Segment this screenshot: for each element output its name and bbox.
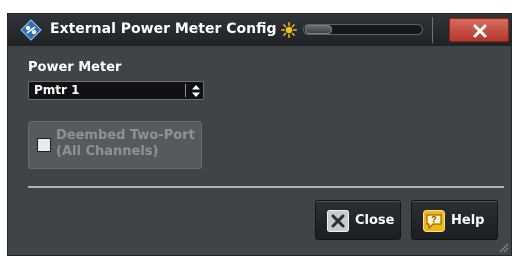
deembed-label: Deembed Two-Port (All Channels) [56,128,202,164]
up-down-arrows-icon [192,85,200,97]
power-meter-select[interactable]: Pmtr 1 [28,81,204,100]
close-icon [327,210,349,232]
close-button[interactable]: Close [315,200,401,240]
close-x-icon [473,24,487,38]
app-logo-icon [20,19,42,41]
svg-text:?: ? [431,215,437,225]
power-meter-label: Power Meter [28,60,122,75]
deembed-label-line2: (All Channels) [56,144,159,159]
deembed-checkbox[interactable] [37,138,51,152]
help-button-label: Help [451,213,485,228]
close-button-label: Close [355,213,395,228]
window-close-button[interactable] [449,18,509,42]
resize-grip-icon[interactable] [497,241,509,253]
horizontal-divider [28,186,504,188]
dialog-title: External Power Meter Config [50,21,277,37]
deembed-label-line1: Deembed Two-Port [56,128,195,143]
transparency-slider[interactable] [303,24,423,35]
help-question-icon: ? [423,210,445,232]
titlebar-separator [432,17,433,43]
slider-thumb[interactable] [305,25,332,34]
help-button[interactable]: ? Help [411,200,498,240]
select-divider [185,84,186,97]
sun-icon [281,22,297,38]
dialog-window: External Power Meter Config Power Meter … [7,13,512,256]
deembed-two-port-group: Deembed Two-Port (All Channels) [28,121,202,169]
title-bar[interactable]: External Power Meter Config [8,14,511,46]
power-meter-selected-value: Pmtr 1 [34,83,80,97]
